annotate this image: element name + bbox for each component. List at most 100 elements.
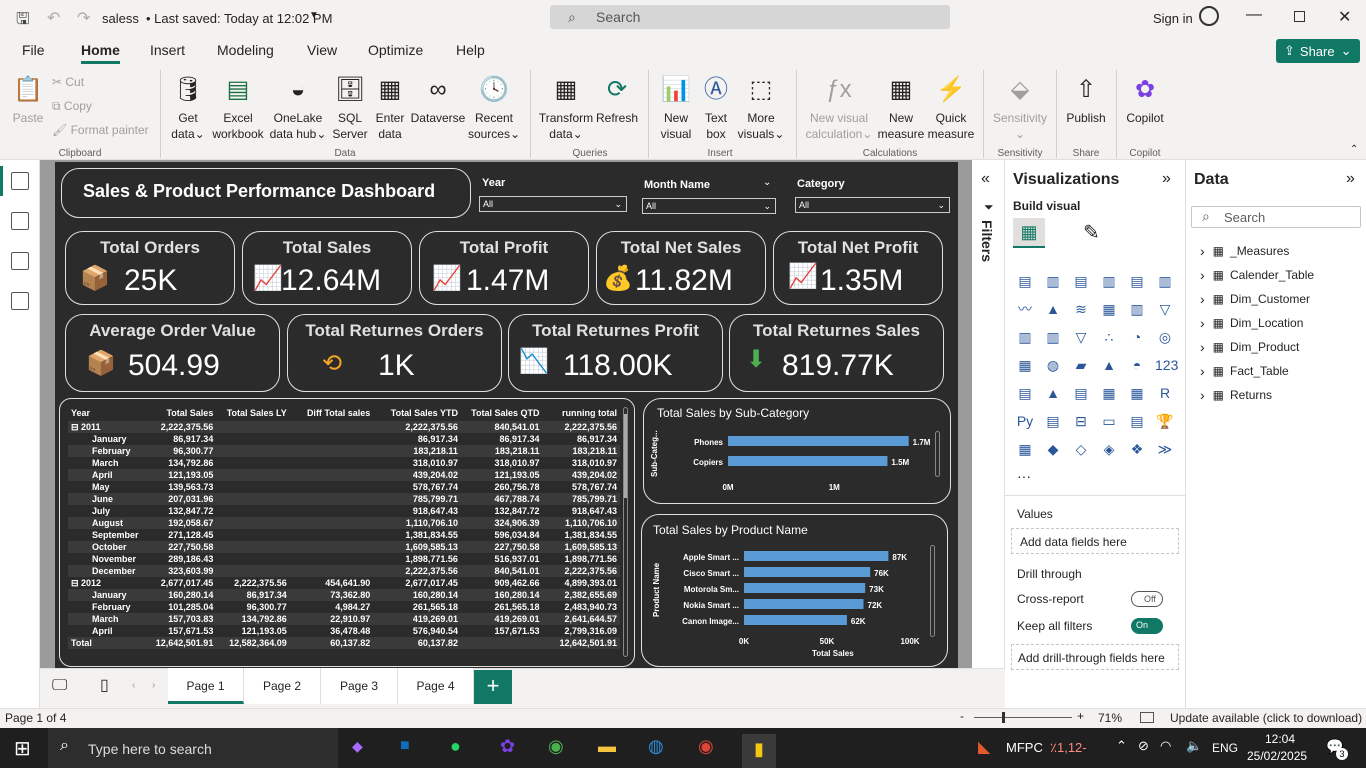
slicer-month-dropdown[interactable]: All ⌄ [642, 198, 776, 214]
zoom-out-icon[interactable]: - [960, 709, 964, 723]
undo-icon[interactable]: ↶ [47, 8, 60, 28]
table-row[interactable]: March 134,792.86 318,010.97 318,010.97 318,0… [68, 457, 620, 469]
chevron-right-icon[interactable]: › [1200, 291, 1205, 307]
zoom-slider[interactable] [974, 712, 1072, 723]
matrix-icon[interactable]: ▦ [1127, 383, 1147, 403]
100-bar-icon[interactable]: ▤ [1127, 271, 1147, 291]
python-visual-icon[interactable]: Py [1015, 411, 1035, 431]
table-row[interactable]: June 207,031.96 785,799.71 467,788.74 785,79… [68, 493, 620, 505]
line-column-icon[interactable]: ▥ [1015, 327, 1035, 347]
multi-card-icon[interactable]: ▤ [1015, 383, 1035, 403]
menu-optimize[interactable]: Optimize [368, 42, 423, 58]
menu-insert[interactable]: Insert [150, 42, 185, 58]
table-row[interactable]: April 121,193.05 439,204.02 121,193.05 439,2… [68, 469, 620, 481]
column-header[interactable]: Year [68, 405, 143, 421]
table-row[interactable]: Total 12,642,501.91 12,582,364.09 60,137.82… [68, 637, 620, 649]
funnel-chart-icon[interactable]: ▽ [1071, 327, 1091, 347]
format-visual-icon[interactable]: ✎ [1083, 220, 1100, 245]
report-view-icon[interactable] [11, 172, 29, 190]
table-row[interactable]: August 192,058.67 1,110,706.10 324,906.39 1,… [68, 517, 620, 529]
power-apps-icon[interactable]: ◆ [1043, 439, 1063, 459]
dataverse-button[interactable]: ∞ Dataverse [410, 74, 466, 126]
redo-icon[interactable]: ↷ [77, 8, 90, 28]
new-visual-button[interactable]: 📊 New visual [656, 74, 696, 142]
power-bi-icon[interactable]: ▮ [742, 734, 776, 768]
build-visual-tab[interactable]: ▦ [1013, 218, 1045, 248]
zoom-in-icon[interactable]: + [1077, 709, 1084, 723]
search-input[interactable]: ⌕ Search [550, 5, 950, 29]
power-automate-icon[interactable]: ◇ [1071, 439, 1091, 459]
desktop-layout-icon[interactable]: 🖵 [52, 677, 67, 695]
chevron-right-icon[interactable]: › [1200, 267, 1205, 283]
table-row[interactable]: November 289,186.43 1,898,771.56 516,937.01… [68, 553, 620, 565]
chevron-right-icon[interactable]: › [1200, 387, 1205, 403]
slicer-year-dropdown[interactable]: All ⌄ [479, 196, 627, 212]
get-data-button[interactable]: 🛢 Get data⌄ [168, 74, 208, 142]
edge-icon[interactable]: ◍ [648, 736, 664, 757]
arrow-chevron-icon[interactable]: ≫ [1155, 439, 1175, 459]
paginated-icon[interactable]: ▦ [1015, 439, 1035, 459]
add-data-fields-well[interactable]: Add data fields here [1011, 528, 1179, 554]
table-view-icon[interactable] [11, 212, 29, 230]
shape-map-icon[interactable]: ◈ [1099, 439, 1119, 459]
kpi-card-total-returnes-profit[interactable]: Total Returnes Profit 📉 118.00K [508, 314, 723, 392]
sales-matrix[interactable]: Year Total Sales Total Sales LY Diff Total … [59, 398, 635, 667]
sql-server-button[interactable]: 🗄 SQL Server [330, 74, 370, 142]
copilot-icon[interactable]: ✿ [500, 736, 515, 757]
add-drill-through-well[interactable]: Add drill-through fields here [1011, 644, 1179, 670]
100-column-icon[interactable]: ▥ [1155, 271, 1175, 291]
chevron-up-icon[interactable]: ⌃ [1116, 738, 1127, 754]
column-header[interactable]: Diff Total sales [290, 405, 374, 421]
goals-icon[interactable]: 🏆 [1155, 411, 1175, 431]
update-notice[interactable]: Update available (click to download) [1170, 711, 1362, 725]
area-chart-icon[interactable]: ▲ [1043, 299, 1063, 319]
card-icon[interactable]: 123 [1155, 355, 1178, 375]
chart-scrollbar[interactable] [930, 545, 935, 637]
stacked-bar-icon[interactable]: ▤ [1015, 271, 1035, 291]
stock-ticker[interactable]: MFPC [1006, 740, 1043, 755]
more-visuals-button[interactable]: ⬚ More visuals⌄ [736, 74, 786, 142]
chevron-right-icon[interactable]: › [152, 680, 155, 691]
clustered-column-icon[interactable]: ▥ [1099, 271, 1119, 291]
stacked-column-icon[interactable]: ▥ [1043, 271, 1063, 291]
enter-data-button[interactable]: ▦ Enter data [372, 74, 408, 142]
data-table-item[interactable]: › ▦ Dim_Customer [1200, 291, 1310, 307]
line-chart-icon[interactable]: 〰 [1015, 299, 1035, 319]
table-row[interactable]: March 157,703.83 134,792.86 22,910.97 419,26… [68, 613, 620, 625]
new-measure-button[interactable]: ▦ New measure [876, 74, 926, 142]
excel-workbook-button[interactable]: ▤ Excel workbook [210, 74, 266, 142]
collapse-icon[interactable]: » [1346, 170, 1355, 188]
ribbon-chart-icon[interactable]: ▦ [1099, 299, 1119, 319]
kpi-icon[interactable]: ▲ [1043, 383, 1063, 403]
column-header[interactable]: Total Sales YTD [373, 405, 461, 421]
outlook-icon[interactable]: ■ [400, 737, 410, 755]
chevron-right-icon[interactable]: › [1200, 315, 1205, 331]
whatsapp-icon[interactable]: ● [450, 736, 461, 757]
stacked-area-icon[interactable]: ≋ [1071, 299, 1091, 319]
bar[interactable] [744, 551, 889, 561]
decomposition-tree-icon[interactable]: ⊟ [1071, 411, 1091, 431]
quick-measure-button[interactable]: ⚡ Quick measure [926, 74, 976, 142]
data-table-item[interactable]: › ▦ Calender_Table [1200, 267, 1314, 283]
table-row[interactable]: ⊟ 2011 2,222,375.56 2,222,375.56 840,541.01… [68, 421, 620, 433]
slicer-icon[interactable]: ▤ [1071, 383, 1091, 403]
text-box-button[interactable]: Ⓐ Text box [698, 74, 734, 142]
refresh-button[interactable]: ⟳ Refresh [596, 74, 638, 126]
menu-help[interactable]: Help [456, 42, 485, 58]
file-explorer-icon[interactable]: ▬ [598, 736, 616, 757]
chart-sales-by-subcategory[interactable]: Total Sales by Sub-Category Sub-Categ...… [643, 398, 951, 504]
bar[interactable] [744, 599, 864, 609]
donut-chart-icon[interactable]: ◎ [1155, 327, 1175, 347]
column-header[interactable]: Total Sales LY [216, 405, 289, 421]
language-indicator[interactable]: ENG [1212, 741, 1238, 755]
line-clustered-icon[interactable]: ▥ [1043, 327, 1063, 347]
account-icon[interactable] [1199, 6, 1219, 26]
column-header[interactable]: Total Sales QTD [461, 405, 543, 421]
sensitivity-button[interactable]: ⬙ Sensitivity ⌄ [988, 74, 1052, 142]
minimize-icon[interactable]: — [1246, 6, 1262, 24]
table-row[interactable]: February 96,300.77 183,218.11 183,218.11 183… [68, 445, 620, 457]
slicer-category-dropdown[interactable]: All ⌄ [795, 197, 950, 213]
tab-page-1[interactable]: Page 1 [168, 668, 244, 704]
table-icon[interactable]: ▦ [1099, 383, 1119, 403]
column-header[interactable]: Total Sales [143, 405, 216, 421]
